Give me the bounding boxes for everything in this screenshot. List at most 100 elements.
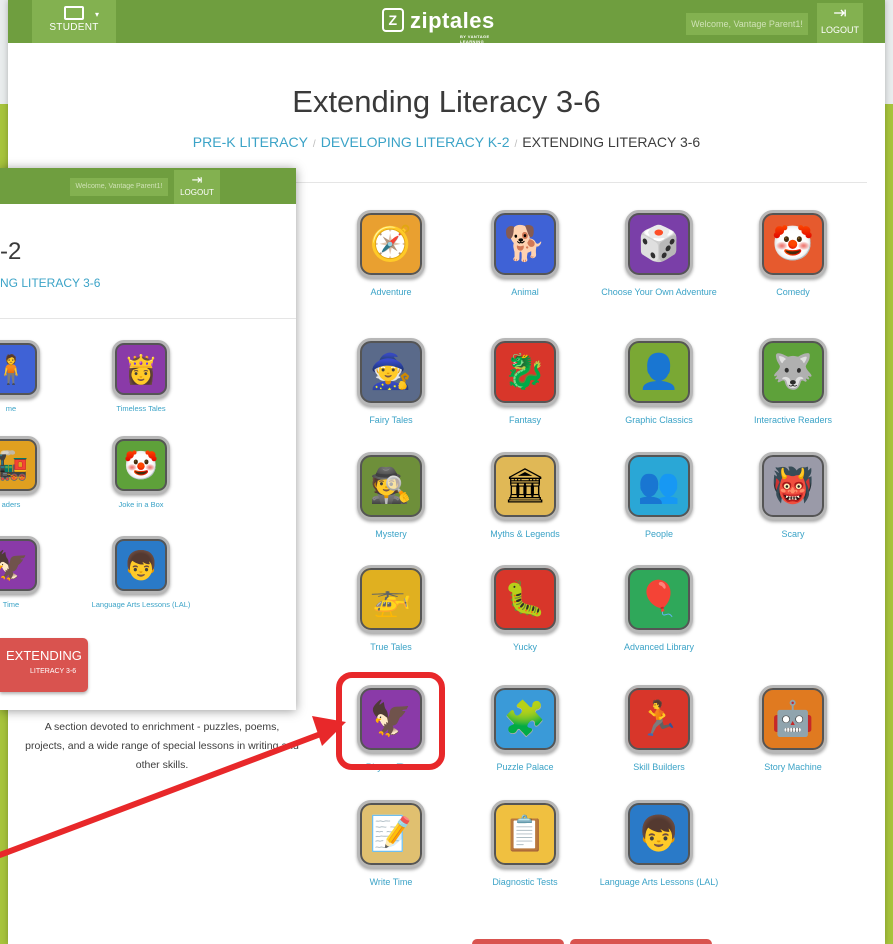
extending-literacy-button[interactable]: EXTENDING LITERACY 3-6 — [0, 638, 88, 692]
inset-breadcrumb[interactable]: NG LITERACY 3-6 — [0, 276, 100, 290]
category-tile-label[interactable]: Comedy — [725, 285, 861, 300]
inset-category-tile[interactable]: 👦 Language Arts Lessons (LAL) — [76, 536, 206, 609]
category-tile[interactable]: 🐕 Animal — [457, 210, 593, 300]
interactive-readers-icon[interactable]: 🐺 — [759, 338, 827, 406]
inset-tile-label[interactable]: Timeless Tales — [110, 404, 172, 413]
comedy-icon[interactable]: 🤡 — [759, 210, 827, 278]
partial-tile-icon[interactable]: 🚂 — [0, 436, 40, 494]
graphic-classics-icon[interactable]: 👤 — [625, 338, 693, 406]
inset-tile-label[interactable]: aders — [0, 500, 42, 509]
inset-top-bar: Welcome, Vantage Parent1! ⇥ LOGOUT — [0, 168, 296, 204]
category-tile-label[interactable]: People — [591, 527, 727, 542]
puzzle-palace-icon-glyph: 🧩 — [503, 700, 547, 738]
category-tile[interactable]: 🧩 Puzzle Palace — [457, 685, 593, 775]
logout-button[interactable]: ⇥ LOGOUT — [817, 3, 863, 43]
category-tile-label[interactable]: Interactive Readers — [725, 413, 861, 428]
inset-tile-label[interactable]: me — [0, 404, 42, 413]
inset-divider — [0, 318, 296, 319]
category-tile-label[interactable]: Language Arts Lessons (LAL) — [591, 875, 727, 890]
bottom-button-left[interactable] — [472, 939, 564, 944]
puzzle-palace-icon[interactable]: 🧩 — [491, 685, 559, 753]
category-tile-label[interactable]: Diagnostic Tests — [457, 875, 593, 890]
category-tile-label[interactable]: Fairy Tales — [323, 413, 459, 428]
joke-in-a-box-icon[interactable]: 🤡 — [112, 436, 170, 494]
bottom-button-right[interactable] — [570, 939, 712, 944]
language-arts-icon-glyph: 👦 — [123, 549, 159, 581]
fantasy-icon[interactable]: 🐉 — [491, 338, 559, 406]
skill-builders-icon[interactable]: 🏃 — [625, 685, 693, 753]
yucky-icon[interactable]: 🐛 — [491, 565, 559, 633]
people-icon-glyph: 👥 — [637, 467, 681, 505]
category-tile-label[interactable]: Adventure — [323, 285, 459, 300]
write-time-icon[interactable]: 📝 — [357, 800, 425, 868]
student-menu-button[interactable]: ▾ STUDENT — [32, 0, 116, 43]
inset-category-tile[interactable]: 🦅 Time — [0, 536, 42, 609]
myths-legends-icon[interactable]: 🏛 — [491, 452, 559, 520]
partial-tile-icon[interactable]: 🧍 — [0, 340, 40, 398]
category-tile[interactable]: 👦 Language Arts Lessons (LAL) — [591, 800, 727, 890]
partial-tile-icon-glyph: 🧍 — [0, 343, 37, 395]
true-tales-icon[interactable]: 🚁 — [357, 565, 425, 633]
inset-tile-label[interactable]: Joke in a Box — [110, 500, 172, 509]
fairy-tales-icon[interactable]: 🧙 — [357, 338, 425, 406]
mystery-icon[interactable]: 🕵 — [357, 452, 425, 520]
category-tile-label[interactable]: Animal — [457, 285, 593, 300]
category-tile[interactable]: 📋 Diagnostic Tests — [457, 800, 593, 890]
partial-tile-icon[interactable]: 🦅 — [0, 536, 40, 594]
inset-category-tile[interactable]: 🧍 me — [0, 340, 42, 413]
top-bar: ▾ STUDENT Z ziptales BY VANTAGE LEARNING… — [8, 0, 885, 44]
category-tile[interactable]: 🐺 Interactive Readers — [725, 338, 861, 428]
inset-tile-label[interactable]: Language Arts Lessons (LAL) — [76, 600, 206, 609]
category-tile[interactable]: 🚁 True Tales — [323, 565, 459, 655]
category-tile[interactable]: 🤡 Comedy — [725, 210, 861, 300]
category-tile-label[interactable]: Story Machine — [725, 760, 861, 775]
category-tile-label[interactable]: Advanced Library — [591, 640, 727, 655]
breadcrumb: PRE-K LITERACY / DEVELOPING LITERACY K-2 / E… — [8, 134, 885, 150]
category-tile[interactable]: 🧙 Fairy Tales — [323, 338, 459, 428]
inset-category-tile[interactable]: 🚂 aders — [0, 436, 42, 509]
story-machine-icon[interactable]: 🤖 — [759, 685, 827, 753]
inset-tile-label[interactable]: Time — [0, 600, 42, 609]
category-tile-label[interactable]: Myths & Legends — [457, 527, 593, 542]
advanced-library-icon[interactable]: 🎈 — [625, 565, 693, 633]
scary-icon[interactable]: 👹 — [759, 452, 827, 520]
category-tile[interactable]: 🐉 Fantasy — [457, 338, 593, 428]
category-tile-label[interactable]: Mystery — [323, 527, 459, 542]
inset-logout-button[interactable]: ⇥ LOGOUT — [174, 170, 220, 204]
category-tile-label[interactable]: Scary — [725, 527, 861, 542]
breadcrumb-developing[interactable]: DEVELOPING LITERACY K-2 — [321, 134, 510, 150]
category-tile[interactable]: 🧭 Adventure — [323, 210, 459, 300]
category-tile[interactable]: 👥 People — [591, 452, 727, 542]
category-tile[interactable]: 🏃 Skill Builders — [591, 685, 727, 775]
language-arts-icon[interactable]: 👦 — [625, 800, 693, 868]
category-tile[interactable]: 📝 Write Time — [323, 800, 459, 890]
category-tile[interactable]: 🎈 Advanced Library — [591, 565, 727, 655]
category-tile-label[interactable]: Write Time — [323, 875, 459, 890]
diagnostic-tests-icon[interactable]: 📋 — [491, 800, 559, 868]
category-tile[interactable]: 🕵 Mystery — [323, 452, 459, 542]
ziptales-logo[interactable]: Z ziptales BY VANTAGE LEARNING — [382, 8, 495, 44]
category-tile[interactable]: 🏛 Myths & Legends — [457, 452, 593, 542]
category-tile-label[interactable]: Choose Your Own Adventure — [591, 285, 727, 300]
category-tile[interactable]: 🤖 Story Machine — [725, 685, 861, 775]
category-tile-label[interactable]: Graphic Classics — [591, 413, 727, 428]
inset-category-tile[interactable]: 👸 Timeless Tales — [110, 340, 172, 413]
people-icon[interactable]: 👥 — [625, 452, 693, 520]
language-arts-icon[interactable]: 👦 — [112, 536, 170, 594]
category-tile-label[interactable]: Puzzle Palace — [457, 760, 593, 775]
inset-category-tile[interactable]: 🤡 Joke in a Box — [110, 436, 172, 509]
breadcrumb-pre-k[interactable]: PRE-K LITERACY — [193, 134, 308, 150]
animal-icon[interactable]: 🐕 — [491, 210, 559, 278]
category-tile-label[interactable]: Skill Builders — [591, 760, 727, 775]
category-tile-label[interactable]: True Tales — [323, 640, 459, 655]
logo-text: ziptales — [410, 8, 495, 33]
category-tile[interactable]: 👹 Scary — [725, 452, 861, 542]
adventure-icon[interactable]: 🧭 — [357, 210, 425, 278]
timeless-tales-icon[interactable]: 👸 — [112, 340, 170, 398]
choose-adventure-icon[interactable]: 🎲 — [625, 210, 693, 278]
category-tile-label[interactable]: Yucky — [457, 640, 593, 655]
category-tile[interactable]: 👤 Graphic Classics — [591, 338, 727, 428]
category-tile-label[interactable]: Fantasy — [457, 413, 593, 428]
category-tile[interactable]: 🐛 Yucky — [457, 565, 593, 655]
category-tile[interactable]: 🎲 Choose Your Own Adventure — [591, 210, 727, 300]
